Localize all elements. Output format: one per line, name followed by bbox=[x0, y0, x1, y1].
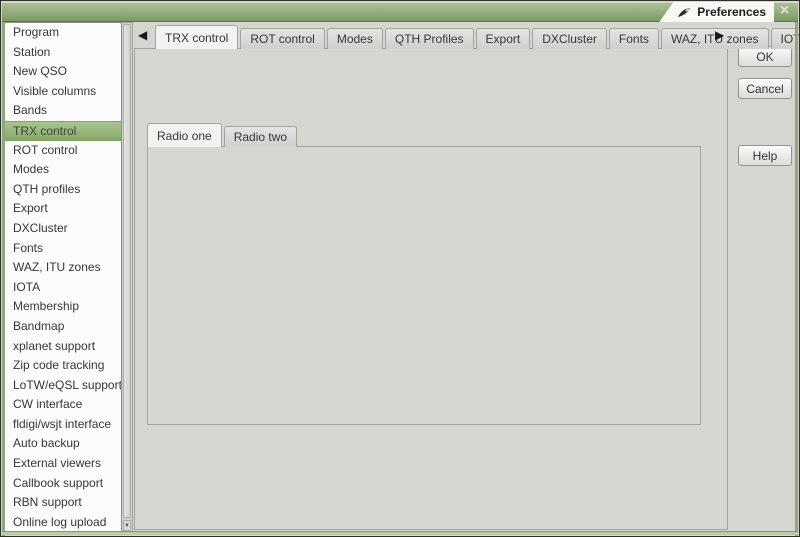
sidebar-item[interactable]: Auto backup bbox=[5, 434, 121, 454]
preferences-window: Preferences × Program Station New QSO Vi… bbox=[0, 0, 800, 537]
sidebar-item[interactable]: Online log upload bbox=[5, 513, 121, 533]
tab[interactable]: Modes bbox=[327, 28, 383, 49]
sidebar-item[interactable]: QTH profiles bbox=[5, 180, 121, 200]
window-frame-bottom bbox=[2, 531, 798, 535]
sidebar-item[interactable]: WAZ, ITU zones bbox=[5, 258, 121, 278]
title-tab: Preferences bbox=[659, 2, 774, 22]
window-frame-right bbox=[795, 2, 798, 537]
close-icon[interactable]: × bbox=[776, 3, 793, 20]
sidebar-item[interactable]: Zip code tracking bbox=[5, 356, 121, 376]
sidebar-item[interactable]: Modes bbox=[5, 160, 121, 180]
tab[interactable]: Export bbox=[476, 28, 531, 49]
window-frame-left bbox=[2, 2, 5, 537]
tab[interactable]: ROT control bbox=[240, 28, 324, 49]
cancel-button[interactable]: Cancel bbox=[738, 78, 792, 99]
radio-tab-bar: Radio one Radio two bbox=[147, 123, 299, 147]
sidebar-item[interactable]: ROT control bbox=[5, 141, 121, 161]
radio-tab[interactable]: Radio one bbox=[147, 123, 222, 147]
sidebar-item[interactable]: Callbook support bbox=[5, 474, 121, 494]
app-icon bbox=[677, 7, 692, 18]
sidebar-item[interactable]: Export bbox=[5, 199, 121, 219]
sidebar-item[interactable]: Station bbox=[5, 43, 121, 63]
tab[interactable]: TRX control bbox=[155, 25, 238, 49]
sidebar-item[interactable]: Bandmap bbox=[5, 317, 121, 337]
window-title: Preferences bbox=[697, 5, 766, 19]
sidebar-item[interactable]: xplanet support bbox=[5, 337, 121, 357]
tab[interactable]: Fonts bbox=[609, 28, 659, 49]
sidebar-item[interactable]: Bands bbox=[5, 101, 121, 121]
sidebar-item[interactable]: Program bbox=[5, 23, 121, 43]
sidebar-item[interactable]: New QSO bbox=[5, 62, 121, 82]
sidebar-category-list: Program Station New QSO Visible columns … bbox=[5, 22, 122, 533]
tab-bar: TRX control ROT control Modes QTH Profil… bbox=[155, 25, 800, 49]
help-button[interactable]: Help bbox=[738, 145, 792, 166]
tab-scroll-left-icon[interactable]: ◀ bbox=[138, 28, 147, 42]
sidebar-item[interactable]: IOTA bbox=[5, 278, 121, 298]
radio-tab[interactable]: Radio two bbox=[224, 126, 297, 147]
sidebar-item[interactable]: RBN support bbox=[5, 493, 121, 513]
scrollbar-thumb[interactable] bbox=[123, 24, 131, 518]
sidebar-item[interactable]: External viewers bbox=[5, 454, 121, 474]
scrollbar-down-icon[interactable]: ▼ bbox=[123, 520, 131, 531]
tab[interactable]: DXCluster bbox=[532, 28, 607, 49]
sidebar-item[interactable]: LoTW/eQSL support bbox=[5, 376, 121, 396]
titlebar[interactable]: Preferences × bbox=[2, 2, 798, 22]
sidebar-item[interactable]: DXCluster bbox=[5, 219, 121, 239]
radio-one-panel bbox=[147, 146, 701, 425]
sidebar-item[interactable]: Membership bbox=[5, 297, 121, 317]
sidebar-item[interactable]: fldigi/wsjt interface bbox=[5, 415, 121, 435]
sidebar-item[interactable]: TRX control bbox=[5, 121, 121, 141]
sidebar-item[interactable]: Visible columns bbox=[5, 82, 121, 102]
sidebar-item[interactable]: CW interface bbox=[5, 395, 121, 415]
tab[interactable]: QTH Profiles bbox=[385, 28, 474, 49]
sidebar-scrollbar[interactable]: ▼ bbox=[122, 22, 133, 533]
tab-scroll-right-icon[interactable]: ▶ bbox=[715, 28, 724, 42]
sidebar-item[interactable]: Fonts bbox=[5, 239, 121, 259]
